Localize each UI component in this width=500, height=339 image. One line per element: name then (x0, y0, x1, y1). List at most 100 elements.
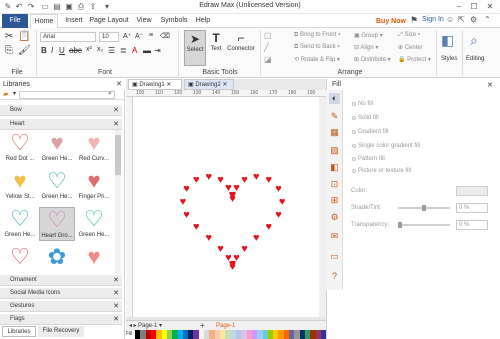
option-picture-fill[interactable]: Picture or texture fill (358, 168, 411, 174)
tab-view[interactable]: View (133, 14, 155, 28)
format-painter-icon[interactable]: 🖌 (18, 45, 31, 56)
radio-no-fill[interactable] (352, 102, 356, 106)
maximize-button[interactable]: ☐ (467, 1, 481, 13)
size-button[interactable]: ⤢ Size ▾ (398, 32, 420, 39)
attachment-icon[interactable]: ✉ (329, 231, 340, 242)
new-icon[interactable]: ▭ (40, 2, 50, 12)
library-shape[interactable]: ♥ Yellow St... (2, 169, 38, 201)
open-icon[interactable]: ▤ (52, 2, 62, 12)
text-style-icon[interactable]: ≡ (149, 32, 153, 39)
library-shape[interactable]: ♥ Green He... (39, 131, 75, 163)
shadow-icon[interactable]: ▦ (329, 127, 340, 138)
tab-drawing1[interactable]: ▣ Drawing1 ✕ (128, 79, 182, 90)
export-icon[interactable]: ⇪ (88, 2, 98, 12)
close-libraries-icon[interactable]: ✕ (116, 79, 122, 90)
library-folder-icon[interactable]: ▰ (3, 90, 8, 98)
tab-libraries[interactable]: Libraries (2, 326, 36, 337)
cut-icon[interactable]: ✂ (5, 31, 13, 42)
radio-solid-fill[interactable] (352, 116, 356, 120)
buy-now-link[interactable]: Buy Now (376, 16, 406, 27)
option-gradient-fill[interactable]: Gradient fill (358, 129, 388, 135)
send-to-back-button[interactable]: ⧉ Send to Back ▾ (294, 44, 340, 51)
settings-icon[interactable]: ⚙ (470, 15, 477, 24)
radio-pattern-fill[interactable] (352, 157, 356, 161)
text-tool-button[interactable]: T Text (207, 30, 225, 66)
decrease-font-icon[interactable]: A⁻ (135, 32, 143, 40)
option-single-color-gradient[interactable]: Single color gradient fill (358, 143, 420, 149)
image-icon[interactable]: ▨ (329, 145, 340, 156)
underline-icon[interactable]: U (59, 46, 65, 55)
bullets-icon[interactable]: ☰ (108, 46, 115, 55)
library-shape[interactable]: ♡ Green He... (2, 207, 38, 239)
tab-home[interactable]: Home (30, 14, 58, 29)
font-size-select[interactable]: 10 (99, 32, 119, 42)
library-dropdown-icon[interactable]: ▾ (13, 90, 16, 97)
rotate-flip-button[interactable]: ⟲ Rotate & Flip ▾ (294, 56, 340, 63)
undo-icon[interactable]: ↶ (14, 2, 24, 12)
connector-tool-button[interactable]: ⌐ Connector (226, 30, 256, 66)
format-icon[interactable]: ◪ (264, 55, 272, 64)
shade-slider[interactable] (398, 205, 450, 211)
close-category-icon[interactable]: ✕ (113, 275, 119, 286)
align-center-icon[interactable]: ≣ (120, 46, 127, 55)
option-pattern-fill[interactable]: Pattern fill (358, 156, 385, 162)
paste-icon[interactable]: 📋 (18, 31, 30, 42)
tab-symbols[interactable]: Symbols (158, 14, 190, 28)
customize-quickaccess-icon[interactable]: ▾ (102, 2, 112, 12)
close-category-icon[interactable]: ✕ (113, 119, 119, 130)
bring-to-front-button[interactable]: ⧉ Bring to Front ▾ (294, 32, 341, 39)
library-shape[interactable]: ✿ (39, 245, 75, 277)
navigator-icon[interactable]: ⊞ (329, 195, 340, 206)
shape-icon[interactable]: ▢ (264, 31, 272, 40)
share-icon[interactable]: ⇱ (458, 15, 465, 24)
subscript-icon[interactable]: x₂ (97, 46, 103, 53)
save-icon[interactable]: ▣ (64, 2, 74, 12)
editing-icon[interactable]: ⌕ (470, 32, 478, 49)
strikethrough-icon[interactable]: abc (69, 46, 82, 55)
transparency-value-input[interactable]: 0 % (456, 220, 488, 230)
tab-file[interactable]: File (2, 14, 28, 28)
bold-icon[interactable]: B (41, 46, 47, 55)
redo-icon[interactable]: ↷ (26, 2, 36, 12)
sign-in-link[interactable]: Sign In (422, 16, 444, 23)
close-category-icon[interactable]: ✕ (113, 314, 119, 325)
drawing-page[interactable]: ♥ ♥ ♥ ♥ ♥ ♥ ♥ ♥ ♥ ♥ ♥ ♥ ♥ ♥ ♥ ♥ ♥ ♥ ♥ ♥ ♥ ♥ ♥ ♥ ♥ ♥ ♥ ♥ (133, 97, 326, 317)
option-no-fill[interactable]: No fill (358, 101, 373, 107)
fill-icon[interactable]: ◐ (329, 93, 340, 104)
library-search-input[interactable] (19, 91, 115, 99)
increase-font-icon[interactable]: A⁺ (123, 32, 131, 40)
font-name-select[interactable]: Arial (40, 32, 96, 42)
distribute-button[interactable]: ⊞ Distribute ▾ (354, 56, 391, 63)
library-shape[interactable]: ♡ (2, 245, 38, 277)
center-button[interactable]: ⊕ Center (398, 44, 423, 51)
user-icon[interactable]: ☺ (446, 15, 454, 24)
indent-icon[interactable]: ⇥ (154, 46, 161, 55)
radio-picture-fill[interactable] (352, 169, 356, 173)
close-category-icon[interactable]: ✕ (113, 288, 119, 299)
canvas-vertical-scrollbar[interactable] (319, 97, 326, 317)
superscript-icon[interactable]: x² (86, 46, 92, 53)
color-palette[interactable] (135, 330, 327, 339)
library-category-bow[interactable]: Bow ✕ (0, 105, 122, 116)
close-window-button[interactable]: ✕ (483, 1, 497, 13)
library-category-flags[interactable]: Flags ✕ (0, 314, 122, 325)
select-tool-button[interactable]: ➤ Select (184, 30, 206, 66)
copy-icon[interactable]: ⎘ (5, 45, 13, 56)
library-category-heart[interactable]: Heart ✕ (0, 119, 122, 130)
close-category-icon[interactable]: ✕ (113, 105, 119, 116)
library-category-social-media[interactable]: Social Media Icons ✕ (0, 288, 122, 299)
tab-file-recovery[interactable]: File Recovery (38, 326, 84, 337)
shade-value-input[interactable]: 0 % (456, 203, 488, 213)
tab-help[interactable]: Help (192, 14, 214, 28)
print-icon[interactable]: ⎙ (76, 2, 86, 12)
tab-page-layout[interactable]: Page Layout (88, 14, 130, 28)
radio-single-color-gradient[interactable] (352, 144, 356, 148)
comment-icon[interactable]: ▭ (329, 251, 340, 262)
search-icon[interactable]: ⌕ (108, 90, 112, 98)
library-category-ornament[interactable]: Ornament ✕ (0, 275, 122, 286)
tab-insert[interactable]: Insert (62, 14, 86, 28)
radio-gradient-fill[interactable] (352, 130, 356, 134)
highlight-icon[interactable]: ▬ (143, 46, 151, 55)
hyperlink-icon[interactable]: ⚙ (329, 212, 340, 223)
library-shape[interactable]: ♡ Green He... (76, 207, 112, 239)
